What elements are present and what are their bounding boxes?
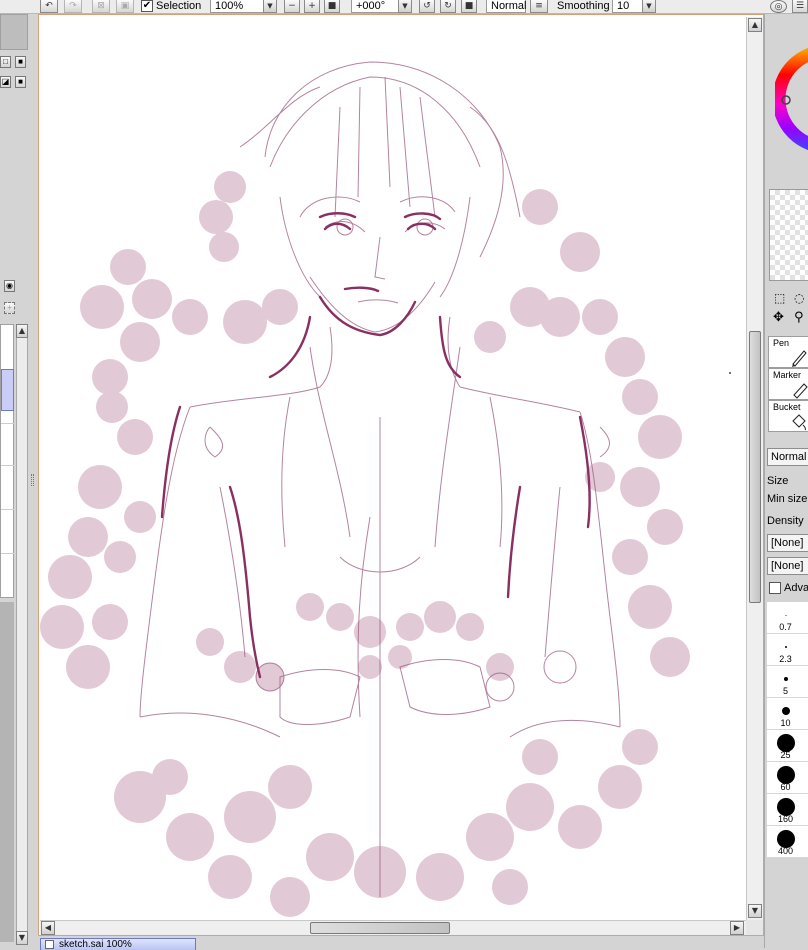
brush-size-label: 160 bbox=[777, 814, 794, 824]
sketch-artwork bbox=[40, 61, 731, 917]
texture-select-1[interactable]: [None] bbox=[767, 534, 808, 552]
tool-pen-label: Pen bbox=[773, 338, 790, 348]
vertical-scroll-thumb[interactable] bbox=[749, 331, 761, 603]
texture-select-2[interactable]: [None] bbox=[767, 557, 808, 575]
canvas-vertical-scrollbar[interactable]: ▲ ▼ bbox=[746, 17, 763, 920]
new-layer-icon[interactable]: □ bbox=[0, 56, 11, 68]
color-wheel-icon[interactable]: ◎ bbox=[770, 0, 787, 13]
brush-dot-icon bbox=[783, 677, 788, 681]
layer-row-selected[interactable] bbox=[1, 369, 14, 411]
density-label: Density bbox=[767, 515, 804, 527]
rotate-right-icon[interactable]: ↻ bbox=[440, 0, 456, 13]
left-panel: □ ■ ◪ ■ ◉ + ▲ ▼ bbox=[0, 14, 38, 948]
blend-mode-field[interactable]: Normal bbox=[486, 0, 526, 13]
pink-blob-strokes bbox=[40, 171, 690, 917]
zoom-dropdown-icon[interactable]: ▼ bbox=[263, 0, 277, 13]
rotation-field[interactable]: +000° bbox=[351, 0, 405, 13]
scroll-right-icon[interactable]: ▶ bbox=[730, 921, 744, 935]
document-tab[interactable]: sketch.sai 100% bbox=[40, 938, 196, 950]
min-size-label: Min size bbox=[767, 493, 808, 505]
check-icon: ✔ bbox=[142, 0, 152, 11]
redo-icon[interactable]: ↷ bbox=[64, 0, 82, 13]
top-toolbar: ↶ ↷ ⊠ ▣ ✔ Selection 100% ▼ − + ■ +000° ▼… bbox=[0, 0, 808, 14]
advanced-label: Adva bbox=[784, 582, 808, 594]
tool-marker[interactable]: Marker bbox=[768, 368, 808, 400]
horizontal-scroll-thumb[interactable] bbox=[310, 922, 450, 934]
smoothing-dropdown-icon[interactable]: ▼ bbox=[642, 0, 656, 13]
zoom-in-button[interactable]: + bbox=[304, 0, 320, 13]
navigator-preview bbox=[0, 14, 28, 50]
marker-icon bbox=[793, 383, 808, 399]
right-panel: ⬚ ◌ ✥ ⚲ Pen Marker Bucket Normal Size Mi… bbox=[764, 14, 808, 948]
zoom-icon[interactable]: ⚲ bbox=[794, 310, 804, 325]
brush-size-label: 2.3 bbox=[779, 654, 792, 664]
move-icon[interactable]: ✥ bbox=[773, 310, 784, 325]
layer-list bbox=[0, 324, 14, 598]
scroll-down-icon[interactable]: ▼ bbox=[748, 904, 762, 918]
scroll-corner bbox=[746, 920, 763, 935]
brush-size-0.7[interactable]: 0.7 bbox=[767, 602, 808, 634]
brush-dot-icon bbox=[781, 707, 790, 715]
zoom-reset-icon[interactable]: ■ bbox=[324, 0, 340, 13]
rotate-reset-icon[interactable]: ■ bbox=[461, 0, 477, 13]
brush-size-label: 5 bbox=[782, 686, 788, 696]
dark-lines bbox=[160, 212, 591, 679]
brush-dot-icon bbox=[785, 614, 786, 616]
new-folder-icon[interactable]: ■ bbox=[15, 56, 26, 68]
layer-mask-icon[interactable]: ◉ bbox=[4, 280, 15, 292]
brush-size-label: 0.7 bbox=[779, 622, 792, 632]
size-label: Size bbox=[767, 475, 789, 487]
tool-pen[interactable]: Pen bbox=[768, 336, 808, 368]
zoom-out-button[interactable]: − bbox=[284, 0, 300, 13]
brush-size-label: 400 bbox=[777, 846, 794, 856]
deselect-icon[interactable]: ⊠ bbox=[92, 0, 110, 13]
brush-size-list: 0.7 2.3 5 10 25 60 160 400 bbox=[765, 602, 808, 862]
brush-size-60[interactable]: 60 bbox=[767, 762, 808, 794]
scroll-up-icon[interactable]: ▲ bbox=[748, 18, 762, 32]
panel-splitter[interactable] bbox=[31, 474, 34, 486]
lasso-icon[interactable]: ◌ bbox=[794, 291, 804, 305]
rotation-dropdown-icon[interactable]: ▼ bbox=[398, 0, 412, 13]
invert-selection-icon[interactable]: ▣ bbox=[116, 0, 134, 13]
color-sliders-icon[interactable]: ☰ bbox=[792, 0, 808, 13]
color-swatch-scratchpad[interactable] bbox=[769, 189, 808, 281]
bucket-icon bbox=[792, 414, 806, 431]
delete-layer-icon[interactable]: ■ bbox=[15, 76, 26, 88]
tool-bucket[interactable]: Bucket bbox=[768, 400, 808, 432]
brush-size-10[interactable]: 10 bbox=[767, 698, 808, 730]
layer-scrollbar[interactable]: ▲ ▼ bbox=[16, 324, 28, 945]
layer-list-empty bbox=[0, 602, 14, 942]
brush-size-label: 10 bbox=[780, 718, 791, 728]
advanced-checkbox[interactable] bbox=[769, 582, 781, 594]
smoothing-field[interactable]: 10 bbox=[612, 0, 646, 13]
selection-label: Selection bbox=[156, 0, 202, 12]
canvas-horizontal-scrollbar[interactable]: ◀ ▶ bbox=[40, 920, 746, 935]
rect-select-icon[interactable]: ⬚ bbox=[774, 291, 785, 305]
pen-cursor bbox=[729, 372, 731, 374]
brush-size-400[interactable]: 400 bbox=[767, 826, 808, 858]
smoothing-label: Smoothing bbox=[557, 0, 610, 12]
document-tab-title: sketch.sai 100% bbox=[59, 939, 132, 950]
scroll-left-icon[interactable]: ◀ bbox=[41, 921, 55, 935]
brush-size-5[interactable]: 5 bbox=[767, 666, 808, 698]
brush-size-25[interactable]: 25 bbox=[767, 730, 808, 762]
drawing-canvas[interactable] bbox=[40, 17, 746, 920]
brush-size-label: 25 bbox=[780, 750, 791, 760]
rotate-left-icon[interactable]: ↺ bbox=[419, 0, 435, 13]
undo-icon[interactable]: ↶ bbox=[40, 0, 58, 13]
brush-dot-icon bbox=[784, 646, 787, 648]
color-wheel[interactable] bbox=[775, 34, 808, 164]
scroll-up-icon[interactable]: ▲ bbox=[16, 324, 28, 338]
brush-size-label: 60 bbox=[780, 782, 791, 792]
selection-checkbox[interactable]: ✔ bbox=[141, 0, 153, 12]
copy-layer-icon[interactable]: ◪ bbox=[0, 76, 11, 88]
brush-size-160[interactable]: 160 bbox=[767, 794, 808, 826]
brush-size-2.3[interactable]: 2.3 bbox=[767, 634, 808, 666]
clip-layer-icon[interactable]: + bbox=[4, 302, 15, 314]
stabilizer-icon[interactable]: ≡ bbox=[530, 0, 548, 13]
pen-icon bbox=[792, 350, 807, 367]
brush-mode-select[interactable]: Normal bbox=[767, 448, 808, 466]
scroll-down-icon[interactable]: ▼ bbox=[16, 931, 28, 945]
